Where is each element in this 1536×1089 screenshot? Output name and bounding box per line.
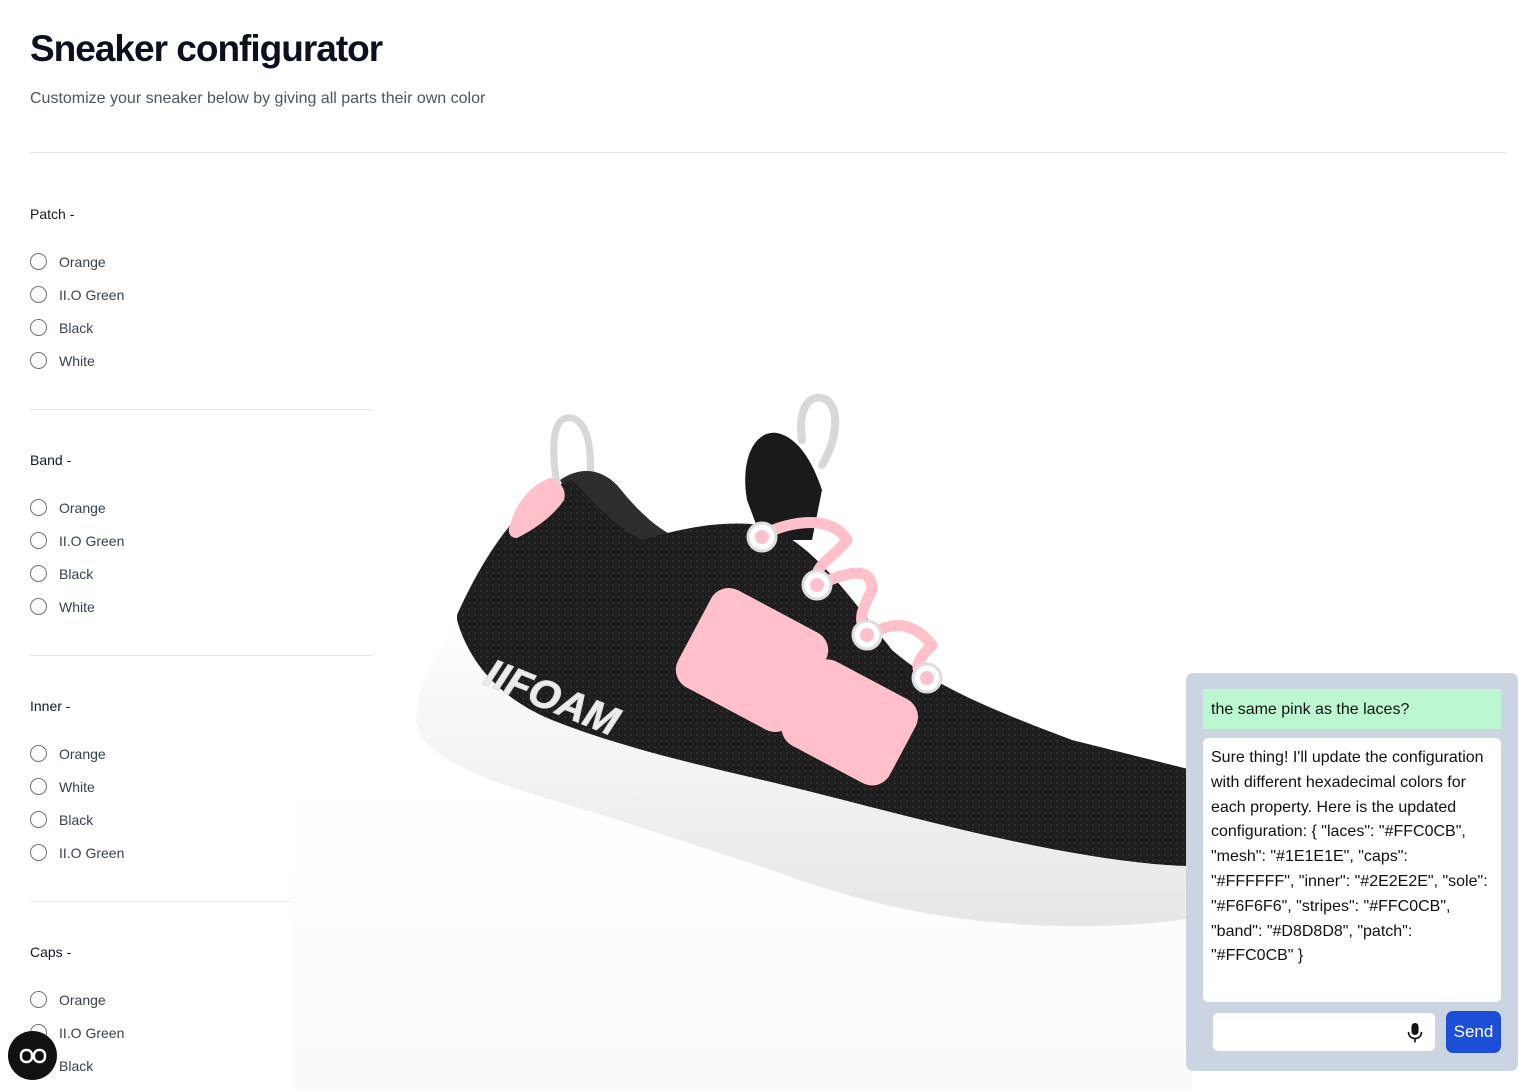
- radio-button[interactable]: [30, 499, 47, 516]
- floating-action-button[interactable]: [8, 1031, 57, 1080]
- radio-button[interactable]: [30, 745, 47, 762]
- radio-button[interactable]: [30, 286, 47, 303]
- option-label: Black: [59, 565, 94, 582]
- chat-messages[interactable]: the same pink as the laces? Sure thing! …: [1203, 689, 1501, 1002]
- header-divider: [30, 152, 1506, 153]
- option-label: Black: [59, 811, 94, 828]
- page-title: Sneaker configurator: [30, 28, 383, 69]
- radio-button[interactable]: [30, 532, 47, 549]
- group-title: Patch -: [30, 206, 75, 222]
- page-subtitle: Customize your sneaker below by giving a…: [30, 90, 486, 107]
- option-label: Orange: [59, 745, 106, 762]
- option-label: Orange: [59, 991, 106, 1008]
- sneaker-model[interactable]: IIFOAM: [292, 300, 1192, 1089]
- option-label: Black: [59, 1057, 94, 1074]
- chat-input[interactable]: [1211, 1011, 1437, 1053]
- assistant-message: Sure thing! I'll update the configuratio…: [1203, 738, 1501, 1002]
- option-label: Black: [59, 319, 94, 336]
- patch-option[interactable]: Orange: [30, 245, 374, 278]
- option-label: White: [59, 598, 95, 615]
- option-label: Orange: [59, 499, 106, 516]
- option-label: II.O Green: [59, 1024, 125, 1041]
- radio-button[interactable]: [30, 598, 47, 615]
- sneaker-3d-viewer[interactable]: IIFOAM: [292, 300, 1192, 1089]
- option-label: II.O Green: [59, 532, 125, 549]
- radio-button[interactable]: [30, 778, 47, 795]
- glasses-icon: [19, 1048, 46, 1063]
- option-label: Orange: [59, 253, 106, 270]
- user-message: the same pink as the laces?: [1203, 689, 1501, 729]
- radio-button[interactable]: [30, 811, 47, 828]
- radio-button[interactable]: [30, 253, 47, 270]
- option-label: II.O Green: [59, 844, 125, 861]
- send-button[interactable]: Send: [1446, 1011, 1501, 1053]
- radio-button[interactable]: [30, 991, 47, 1008]
- option-label: White: [59, 352, 95, 369]
- user-message-text: the same pink as the laces?: [1211, 701, 1410, 718]
- chat-panel: the same pink as the laces? Sure thing! …: [1186, 673, 1518, 1071]
- option-label: II.O Green: [59, 286, 125, 303]
- microphone-icon[interactable]: [1405, 1022, 1425, 1044]
- radio-button[interactable]: [30, 352, 47, 369]
- tongue-loop: [797, 393, 840, 469]
- option-label: White: [59, 778, 95, 795]
- radio-button[interactable]: [30, 565, 47, 582]
- radio-button[interactable]: [30, 844, 47, 861]
- radio-button[interactable]: [30, 319, 47, 336]
